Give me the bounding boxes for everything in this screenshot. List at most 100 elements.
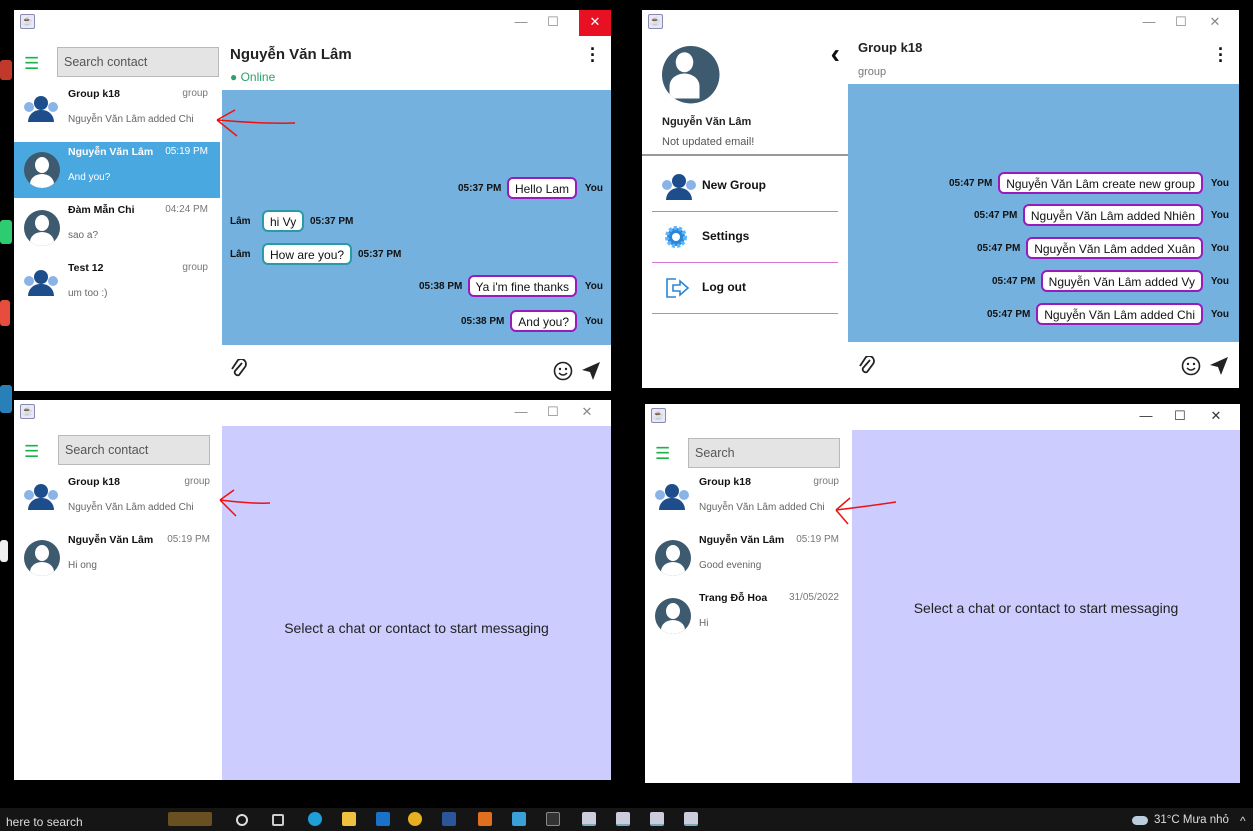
taskbar-search[interactable]: here to search bbox=[6, 815, 83, 829]
message-bubble-outgoing[interactable]: And you? bbox=[510, 310, 577, 332]
menu-icon[interactable]: ☰ bbox=[24, 55, 40, 72]
empty-chat-panel: Select a chat or contact to start messag… bbox=[222, 426, 611, 780]
message-area[interactable]: You Hello Lam 05:37 PM Lâm hi Vy 05:37 PM Lâm H… bbox=[222, 90, 611, 345]
message-bubble-incoming[interactable]: hi Vy bbox=[262, 210, 305, 232]
cortana-icon[interactable] bbox=[236, 814, 248, 826]
contact-row[interactable]: Group k18 group Nguyễn Văn Lâm added Chi bbox=[645, 472, 851, 528]
empty-message: Select a chat or contact to start messag… bbox=[913, 600, 1179, 616]
contact-name: Test 12 bbox=[68, 262, 104, 274]
message-bubble-outgoing[interactable]: Ya i'm fine thanks bbox=[467, 275, 577, 297]
maximize-button[interactable]: ☐ bbox=[1164, 404, 1196, 430]
java-icon[interactable] bbox=[684, 812, 698, 826]
contact-time: 31/05/2022 bbox=[788, 592, 839, 603]
contact-row[interactable]: Nguyễn Văn Lâm 05:19 PM Hi ong bbox=[14, 530, 222, 586]
contact-row[interactable]: Trang Đỗ Hoa 31/05/2022 Hi bbox=[645, 588, 851, 644]
contact-row[interactable]: Group k18 group Nguyễn Văn Lâm added Chi bbox=[14, 472, 222, 528]
contact-row[interactable]: Test 12 group um too :) bbox=[14, 258, 220, 314]
contact-time: 05:19 PM bbox=[165, 146, 208, 157]
avatar-icon bbox=[655, 598, 691, 634]
minimize-button[interactable]: — bbox=[505, 10, 537, 36]
search-input[interactable]: Search contact bbox=[58, 435, 210, 465]
desktop-icon[interactable] bbox=[0, 220, 12, 244]
menu-item[interactable]: Settings bbox=[652, 213, 838, 263]
more-options-icon[interactable]: · · · bbox=[589, 40, 597, 70]
attach-icon[interactable] bbox=[858, 356, 876, 376]
weather-icon[interactable] bbox=[1132, 816, 1148, 825]
profile-email: Not updated email! bbox=[662, 136, 755, 148]
contact-preview: Nguyễn Văn Lâm added Chi bbox=[68, 114, 194, 125]
divider bbox=[642, 154, 848, 156]
message-bubble-outgoing[interactable]: Nguyễn Văn Lâm added Nhiên bbox=[1022, 204, 1203, 226]
mail-icon[interactable] bbox=[376, 812, 390, 826]
search-input[interactable]: Search bbox=[688, 438, 840, 468]
close-button[interactable]: ✕ bbox=[1200, 404, 1232, 430]
close-button[interactable]: ✕ bbox=[571, 400, 603, 426]
emoji-icon[interactable] bbox=[1181, 356, 1201, 376]
message-time: 05:47 PM bbox=[987, 309, 1031, 320]
title-bar[interactable]: ☕ — ☐ ✕ bbox=[645, 404, 1240, 430]
minimize-button[interactable]: — bbox=[1133, 10, 1165, 36]
emoji-icon[interactable] bbox=[553, 361, 573, 381]
app-icon[interactable] bbox=[512, 812, 526, 826]
desktop-icon[interactable] bbox=[0, 385, 12, 413]
widgets-icon[interactable] bbox=[168, 812, 212, 826]
send-icon[interactable] bbox=[581, 361, 601, 381]
menu-item[interactable]: Log out bbox=[652, 264, 838, 314]
more-options-icon[interactable]: · · · bbox=[1217, 40, 1225, 70]
desktop-icon[interactable] bbox=[0, 300, 10, 326]
menu-item[interactable]: New Group bbox=[652, 162, 838, 212]
java-icon[interactable] bbox=[650, 812, 664, 826]
message-bubble-outgoing[interactable]: Nguyễn Văn Lâm added Xuân bbox=[1026, 237, 1203, 259]
attach-icon[interactable] bbox=[230, 359, 248, 379]
word-icon[interactable] bbox=[442, 812, 456, 826]
desktop-icon[interactable] bbox=[0, 60, 12, 80]
weather-text[interactable]: 31°C Mưa nhỏ bbox=[1154, 814, 1229, 826]
edge-icon[interactable] bbox=[308, 812, 322, 826]
contact-row[interactable]: Đàm Mẫn Chi 04:24 PM sao a? bbox=[14, 200, 220, 256]
chat-header: Group k18 group · · · bbox=[848, 36, 1239, 82]
avatar-icon bbox=[24, 152, 60, 188]
minimize-button[interactable]: — bbox=[505, 400, 537, 426]
app-icon[interactable] bbox=[478, 812, 492, 826]
message-sender: You bbox=[1210, 210, 1229, 221]
chrome-icon[interactable] bbox=[408, 812, 422, 826]
maximize-button[interactable]: ☐ bbox=[1165, 10, 1197, 36]
minimize-button[interactable]: — bbox=[1130, 404, 1162, 430]
title-bar[interactable]: ☕ — ☐ ✕ bbox=[642, 10, 1239, 36]
contact-name: Group k18 bbox=[68, 476, 120, 488]
contact-row[interactable]: Group k18 group Nguyễn Văn Lâm added Chi bbox=[14, 84, 220, 140]
task-view-icon[interactable] bbox=[272, 814, 284, 826]
close-button[interactable]: ✕ bbox=[1199, 10, 1231, 36]
back-chevron-icon[interactable]: ‹ bbox=[831, 38, 840, 70]
message-bubble-outgoing[interactable]: Nguyễn Văn Lâm added Chi bbox=[1036, 303, 1203, 325]
java-icon[interactable] bbox=[582, 812, 596, 826]
title-bar[interactable]: ☕ — ☐ ✕ bbox=[14, 10, 611, 36]
java-icon[interactable] bbox=[616, 812, 630, 826]
message-bubble-incoming[interactable]: How are you? bbox=[262, 243, 353, 265]
message-bubble-outgoing[interactable]: Nguyễn Văn Lâm create new group bbox=[998, 172, 1203, 194]
contact-name: Group k18 bbox=[68, 88, 120, 100]
contact-name: Đàm Mẫn Chi bbox=[68, 204, 135, 216]
message-time: 05:47 PM bbox=[977, 243, 1021, 254]
send-icon[interactable] bbox=[1209, 356, 1229, 376]
title-bar[interactable]: ☕ — ☐ ✕ bbox=[14, 400, 611, 426]
java-app-icon: ☕ bbox=[648, 14, 663, 29]
tray-chevron-icon[interactable]: ^ bbox=[1240, 814, 1246, 828]
message-bubble-outgoing[interactable]: Hello Lam bbox=[506, 177, 577, 199]
close-button[interactable]: ✕ bbox=[579, 10, 611, 36]
search-input[interactable]: Search contact bbox=[57, 47, 219, 77]
contact-row[interactable]: Nguyễn Văn Lâm 05:19 PM Good evening bbox=[645, 530, 851, 586]
maximize-button[interactable]: ☐ bbox=[537, 400, 569, 426]
chat-subtitle: group bbox=[858, 66, 887, 78]
desktop-icon[interactable] bbox=[0, 540, 8, 562]
message-area[interactable]: You Nguyễn Văn Lâm create new group 05:47 … bbox=[848, 84, 1239, 342]
contact-row[interactable]: Nguyễn Văn Lâm 05:19 PM And you? bbox=[14, 142, 220, 198]
menu-icon[interactable]: ☰ bbox=[24, 443, 40, 460]
maximize-button[interactable]: ☐ bbox=[537, 10, 569, 36]
chat-window-3: ☕ — ☐ ✕ ☰ Search contact Group k18 group N… bbox=[14, 400, 611, 780]
terminal-icon[interactable] bbox=[546, 812, 560, 826]
message-bubble-outgoing[interactable]: Nguyễn Văn Lâm added Vy bbox=[1040, 270, 1203, 292]
message-time: 05:37 PM bbox=[310, 216, 354, 227]
menu-icon[interactable]: ☰ bbox=[655, 445, 671, 462]
file-explorer-icon[interactable] bbox=[342, 812, 356, 826]
